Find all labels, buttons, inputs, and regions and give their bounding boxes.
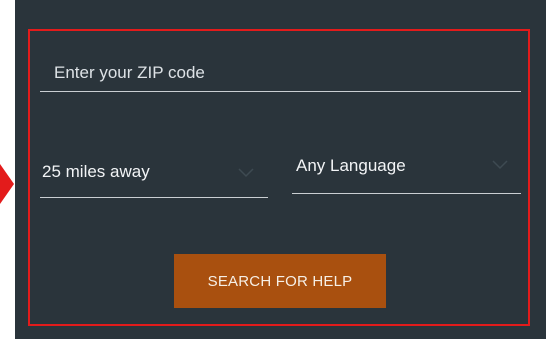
search-for-help-button[interactable]: SEARCH FOR HELP	[174, 254, 386, 308]
zip-field[interactable]	[40, 52, 521, 92]
chevron-down-icon	[238, 168, 254, 178]
distance-select-value: 25 miles away	[42, 162, 150, 181]
pointer-arrow-icon	[0, 164, 14, 204]
distance-select[interactable]: 25 miles away	[40, 152, 268, 198]
language-select-value: Any Language	[296, 156, 406, 175]
page: 25 miles away Any Language SEARCH FOR HE…	[0, 0, 550, 339]
chevron-down-icon	[492, 160, 508, 170]
language-select[interactable]: Any Language	[292, 148, 521, 194]
zip-input[interactable]	[40, 52, 521, 91]
